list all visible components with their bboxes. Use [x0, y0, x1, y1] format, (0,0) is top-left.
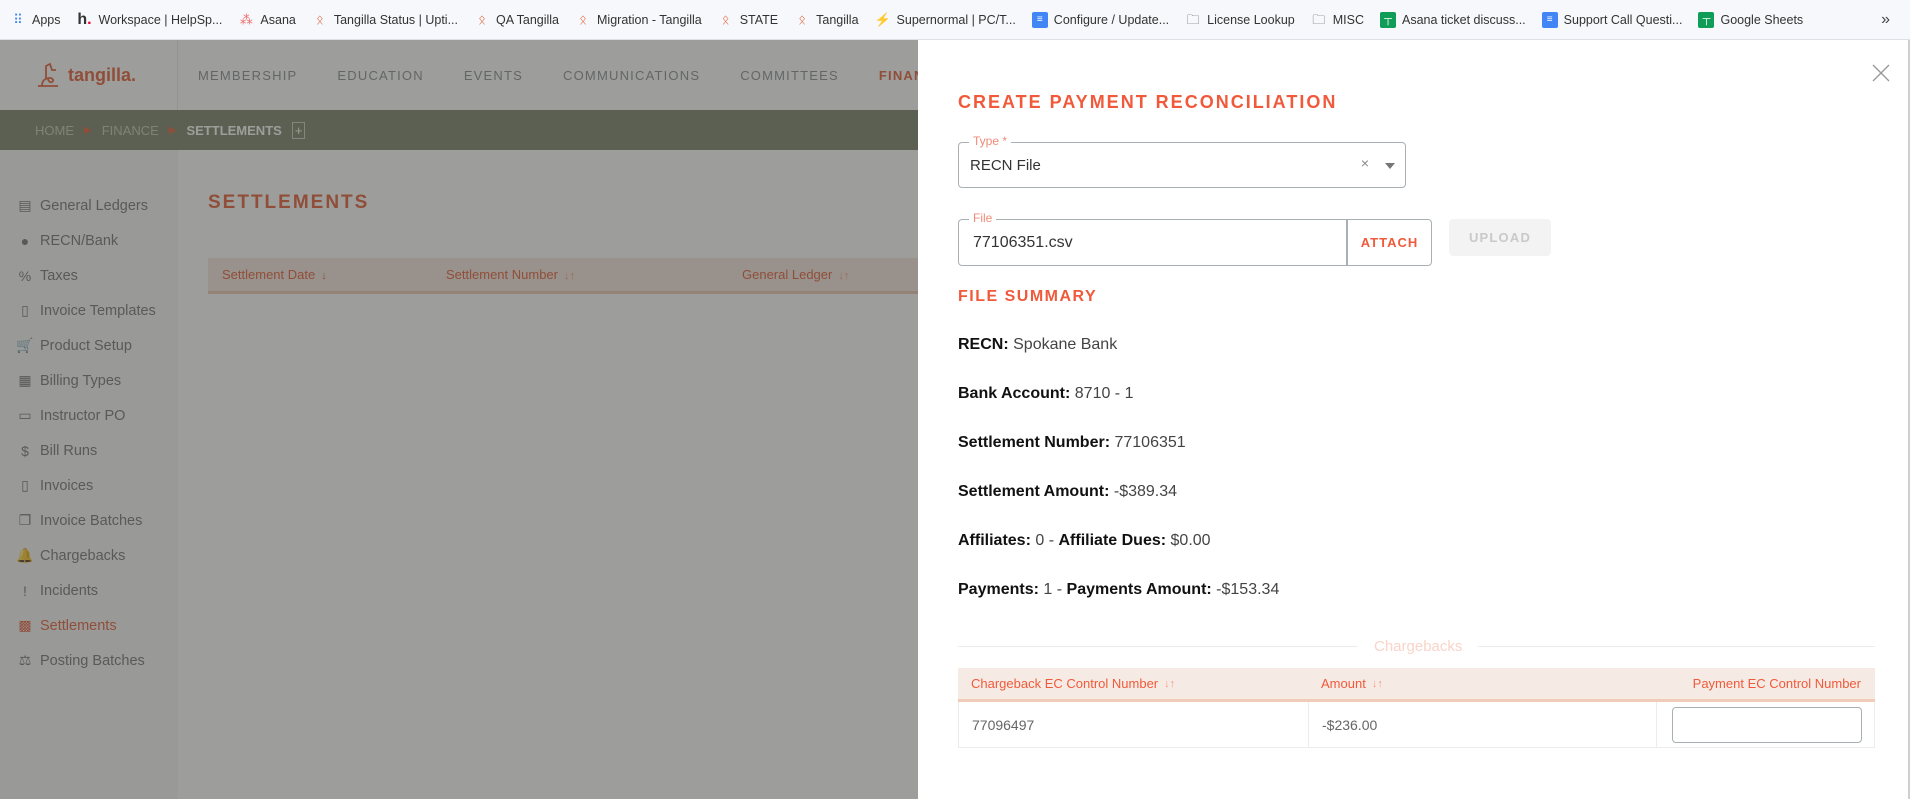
apps-grid-icon: ⠿ — [13, 12, 23, 27]
attach-button[interactable]: ATTACH — [1347, 219, 1432, 266]
sort-icon: ↓↑ — [1164, 677, 1176, 690]
bookmark-misc[interactable]: 🗀 MISC — [1311, 12, 1364, 28]
bookmark-configure-update[interactable]: ≡ Configure / Update... — [1031, 11, 1169, 28]
summary-settlement-amount: Settlement Amount: -$389.34 — [958, 483, 1178, 500]
asana-icon: ⁂ — [239, 12, 253, 27]
sort-icon: ↓↑ — [1371, 677, 1383, 690]
summary-recn: RECN: Spokane Bank — [958, 336, 1118, 353]
chargebacks-label: Chargebacks — [1364, 638, 1473, 655]
summary-settlement-number: Settlement Number: 77106351 — [958, 434, 1186, 451]
column-amount[interactable]: Amount ↓↑ — [1308, 668, 1656, 699]
bookmark-apps[interactable]: ⠿ Apps — [10, 12, 60, 28]
file-value: 77106351.csv — [973, 234, 1073, 251]
bookmark-supernormal[interactable]: ⚡ Supernormal | PC/T... — [874, 12, 1015, 28]
bookmark-asana-ticket[interactable]: ┬ Asana ticket discuss... — [1379, 11, 1526, 28]
bookmark-support-call[interactable]: ≡ Support Call Questi... — [1541, 11, 1682, 28]
tangilla-icon: ᛟ — [798, 12, 807, 27]
close-button[interactable] — [1870, 62, 1892, 84]
google-docs-icon: ≡ — [1031, 11, 1048, 28]
helpscout-icon: h. — [77, 10, 92, 28]
drawer-title: CREATE PAYMENT RECONCILIATION — [958, 92, 1338, 112]
bookmark-asana[interactable]: ⁂ Asana — [238, 12, 296, 28]
chevron-down-icon[interactable] — [1385, 163, 1395, 169]
type-label: Type * — [969, 134, 1012, 148]
clear-icon[interactable]: × — [1361, 155, 1369, 171]
file-summary-title: FILE SUMMARY — [958, 288, 1098, 305]
modal-backdrop[interactable] — [0, 40, 918, 799]
bookmark-tangilla[interactable]: ᛟ Tangilla — [794, 12, 858, 28]
tangilla-icon: ᛟ — [721, 12, 730, 27]
bookmark-helpscout[interactable]: h. Workspace | HelpSp... — [77, 10, 222, 28]
google-docs-icon: ≡ — [1541, 11, 1558, 28]
column-chargeback-ec-control-number[interactable]: Chargeback EC Control Number ↓↑ — [958, 668, 1308, 699]
google-sheets-icon: ┬ — [1379, 11, 1396, 28]
table-row: 77096497 -$236.00 — [958, 702, 1875, 748]
supernormal-icon: ⚡ — [874, 12, 891, 27]
chargebacks-table: Chargeback EC Control Number ↓↑ Amount ↓↑ … — [958, 668, 1875, 748]
upload-button[interactable]: UPLOAD — [1449, 219, 1551, 256]
bookmark-google-sheets[interactable]: ┬ Google Sheets — [1698, 11, 1803, 28]
bookmarks-bar: ⠿ Apps h. Workspace | HelpSp... ⁂ Asana ᛟ Ta… — [0, 0, 1910, 40]
summary-bank-account: Bank Account: 8710 - 1 — [958, 385, 1134, 402]
tangilla-icon: ᛟ — [315, 12, 324, 27]
bookmark-qa-tangilla[interactable]: ᛟ QA Tangilla — [474, 12, 559, 28]
type-select[interactable]: Type * RECN File × — [958, 134, 1406, 188]
summary-affiliates: Affiliates: 0 - Affiliate Dues: $0.00 — [958, 532, 1211, 549]
file-label: File — [969, 211, 997, 225]
tangilla-icon: ᛟ — [478, 12, 486, 27]
type-value: RECN File — [970, 157, 1041, 174]
chargeback-control-number: 77096497 — [959, 702, 1309, 747]
bookmark-migration-tangilla[interactable]: ᛟ Migration - Tangilla — [575, 12, 702, 28]
bookmarks-more-button[interactable]: » — [1881, 11, 1890, 29]
bookmark-tangilla-status[interactable]: ᛟ Tangilla Status | Upti... — [312, 12, 458, 28]
summary-payments: Payments: 1 - Payments Amount: -$153.34 — [958, 581, 1280, 598]
create-payment-reconciliation-drawer: CREATE PAYMENT RECONCILIATION Type * REC… — [918, 40, 1910, 799]
google-sheets-icon: ┬ — [1698, 11, 1715, 28]
tangilla-icon: ᛟ — [579, 12, 587, 27]
file-input[interactable]: File 77106351.csv — [958, 211, 1347, 266]
chargebacks-divider: Chargebacks — [958, 638, 1875, 655]
folder-icon: 🗀 — [1312, 12, 1326, 27]
close-icon — [1872, 64, 1890, 82]
bookmark-state[interactable]: ᛟ STATE — [718, 12, 778, 28]
column-payment-ec-control-number: Payment EC Control Number — [1692, 676, 1861, 691]
payment-ec-control-number-input[interactable] — [1672, 706, 1862, 743]
bookmark-license-lookup[interactable]: 🗀 License Lookup — [1185, 12, 1295, 28]
folder-icon: 🗀 — [1186, 12, 1200, 27]
chargeback-amount: -$236.00 — [1309, 702, 1657, 747]
chargebacks-table-header: Chargeback EC Control Number ↓↑ Amount ↓↑ … — [958, 668, 1875, 702]
